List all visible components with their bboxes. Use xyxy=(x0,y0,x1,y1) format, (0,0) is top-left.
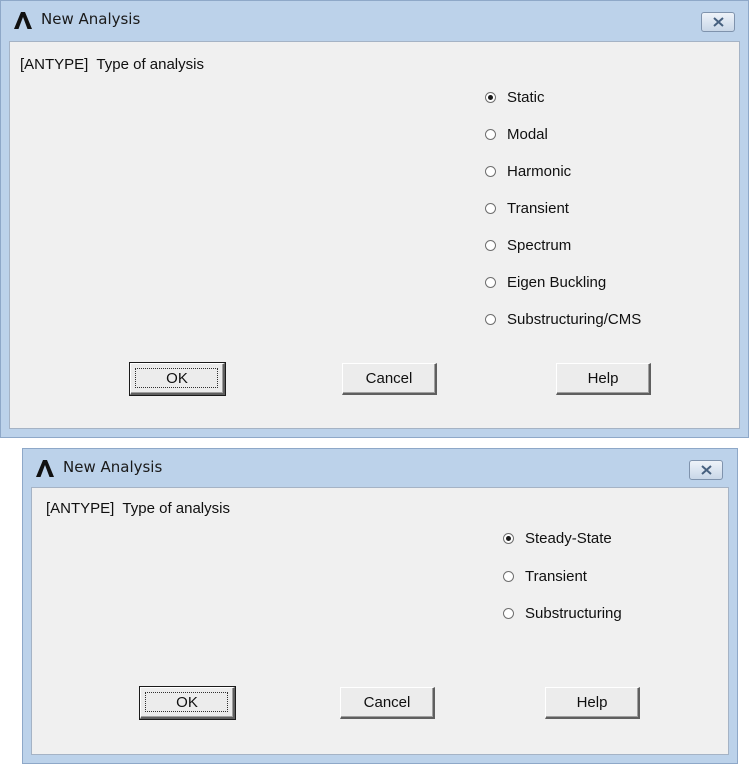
ok-button-label: OK xyxy=(166,370,188,387)
radio-icon[interactable] xyxy=(485,166,496,177)
radio-icon[interactable] xyxy=(503,571,514,582)
cancel-button[interactable]: Cancel xyxy=(340,687,435,719)
radio-icon[interactable] xyxy=(503,608,514,619)
option-label: Modal xyxy=(507,126,548,143)
radio-icon[interactable] xyxy=(485,277,496,288)
help-button-label: Help xyxy=(576,694,608,711)
close-button[interactable] xyxy=(701,12,735,32)
ok-button-label: OK xyxy=(176,694,198,711)
analysis-type-heading: [ANTYPE] Type of analysis xyxy=(20,56,204,73)
title-bar[interactable]: New Analysis xyxy=(23,449,737,483)
radio-icon[interactable] xyxy=(485,129,496,140)
close-icon xyxy=(713,17,724,27)
help-button[interactable]: Help xyxy=(556,363,651,395)
new-analysis-dialog-2: New Analysis [ANTYPE] Type of analysis S… xyxy=(22,448,738,764)
ok-button[interactable]: OK xyxy=(139,686,236,720)
option-label: Harmonic xyxy=(507,163,572,180)
close-icon xyxy=(701,465,712,475)
ansys-logo-icon xyxy=(36,460,54,477)
title-bar[interactable]: New Analysis xyxy=(1,1,748,35)
cancel-button-label: Cancel xyxy=(363,694,411,711)
radio-icon[interactable] xyxy=(485,314,496,325)
option-label: Transient xyxy=(507,200,569,217)
cancel-button-label: Cancel xyxy=(365,370,413,387)
dialog-title: New Analysis xyxy=(63,458,163,476)
option-label: Steady-State xyxy=(525,530,612,547)
dialog-title: New Analysis xyxy=(41,10,141,28)
cancel-button[interactable]: Cancel xyxy=(342,363,437,395)
radio-icon[interactable] xyxy=(485,92,496,103)
dialog-body: [ANTYPE] Type of analysis Steady-State T… xyxy=(31,487,729,755)
option-label: Static xyxy=(507,89,545,106)
ok-button[interactable]: OK xyxy=(129,362,226,396)
option-label: Substructuring xyxy=(525,605,622,622)
new-analysis-dialog-1: New Analysis [ANTYPE] Type of analysis S… xyxy=(0,0,749,438)
radio-icon[interactable] xyxy=(503,533,514,544)
ansys-logo-icon xyxy=(14,12,32,29)
help-button[interactable]: Help xyxy=(545,687,640,719)
radio-icon[interactable] xyxy=(485,240,496,251)
help-button-label: Help xyxy=(587,370,619,387)
close-button[interactable] xyxy=(689,460,723,480)
dialog-body: [ANTYPE] Type of analysis Static Modal H… xyxy=(9,41,740,429)
option-label: Eigen Buckling xyxy=(507,274,607,291)
option-label: Substructuring/CMS xyxy=(507,311,642,328)
analysis-type-heading: [ANTYPE] Type of analysis xyxy=(46,500,230,517)
option-label: Spectrum xyxy=(507,237,572,254)
option-label: Transient xyxy=(525,568,587,585)
radio-icon[interactable] xyxy=(485,203,496,214)
